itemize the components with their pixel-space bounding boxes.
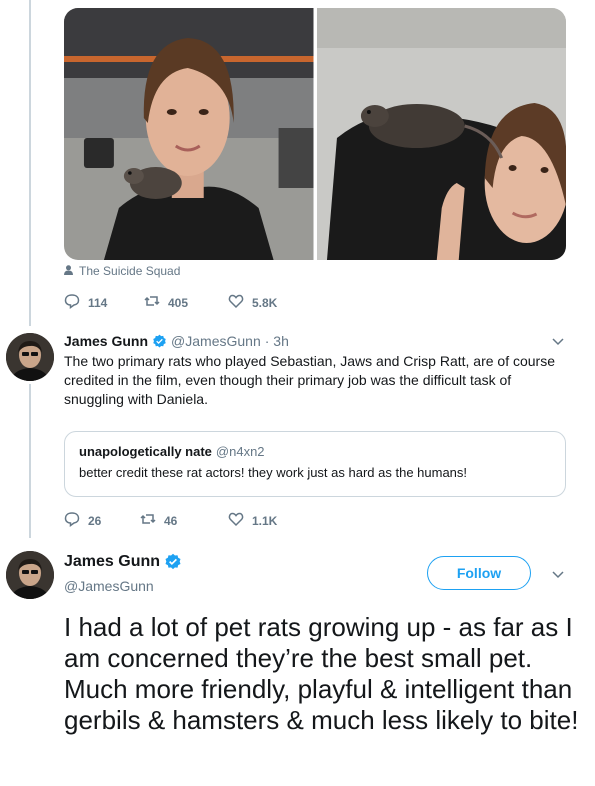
reply-tweet-text: The two primary rats who played Sebastia… xyxy=(64,353,555,407)
retweet-button[interactable]: 405 xyxy=(144,293,228,312)
photo-left[interactable] xyxy=(64,8,314,260)
tweet-photo-grid[interactable] xyxy=(64,8,566,260)
avatar[interactable] xyxy=(6,333,54,381)
photo-tag-label: The Suicide Squad xyxy=(79,264,181,278)
retweet-count: 46 xyxy=(164,513,178,528)
main-tweet-text: I had a lot of pet rats growing up - as … xyxy=(64,612,579,735)
thread-line-top xyxy=(29,0,31,326)
verified-badge-icon xyxy=(152,334,167,349)
like-button[interactable]: 1.1K xyxy=(228,511,277,530)
reply-icon xyxy=(64,511,80,530)
reply-icon xyxy=(64,293,80,312)
heart-icon xyxy=(228,511,244,530)
retweet-icon xyxy=(140,511,156,530)
avatar[interactable] xyxy=(6,551,54,599)
person-icon xyxy=(64,264,73,278)
reply-count: 26 xyxy=(88,513,102,528)
reply-tweet-actions: 26 46 1.1K xyxy=(64,511,277,530)
like-button[interactable]: 5.8K xyxy=(228,293,277,312)
main-tweet-header: James Gunn xyxy=(64,553,182,571)
heart-icon xyxy=(228,293,244,312)
verified-badge-icon xyxy=(164,553,182,571)
retweet-icon xyxy=(144,293,160,312)
thread-line-middle xyxy=(29,384,31,538)
follow-button[interactable]: Follow xyxy=(427,556,531,590)
photo-right[interactable] xyxy=(316,8,566,260)
quoted-author-name: unapologetically nate xyxy=(79,444,212,459)
author-handle[interactable]: @JamesGunn xyxy=(64,578,154,594)
author-name[interactable]: James Gunn xyxy=(64,553,160,571)
chevron-down-icon[interactable] xyxy=(551,334,565,348)
like-count: 1.1K xyxy=(252,513,278,528)
quoted-tweet-header: unapologetically nate @n4xn2 xyxy=(79,444,551,459)
quoted-tweet[interactable]: unapologetically nate @n4xn2 better credi… xyxy=(64,431,566,497)
retweet-count: 405 xyxy=(168,295,189,310)
reply-button[interactable]: 114 xyxy=(64,293,144,312)
quoted-tweet-text: better credit these rat actors! they wor… xyxy=(79,465,468,480)
retweet-button[interactable]: 46 xyxy=(140,511,228,530)
reply-tweet-header: James Gunn @JamesGunn · 3h xyxy=(64,333,289,349)
first-tweet-actions: 114 405 5.8K xyxy=(64,293,277,312)
reply-count: 114 xyxy=(88,295,108,310)
photo-tag[interactable]: The Suicide Squad xyxy=(64,264,180,278)
chevron-down-icon[interactable] xyxy=(551,567,565,581)
reply-button[interactable]: 26 xyxy=(64,511,140,530)
tweet-time[interactable]: · 3h xyxy=(265,333,289,349)
author-name[interactable]: James Gunn xyxy=(64,333,148,349)
quoted-author-handle: @n4xn2 xyxy=(215,444,265,459)
like-count: 5.8K xyxy=(252,295,278,310)
author-handle[interactable]: @JamesGunn xyxy=(171,333,261,349)
